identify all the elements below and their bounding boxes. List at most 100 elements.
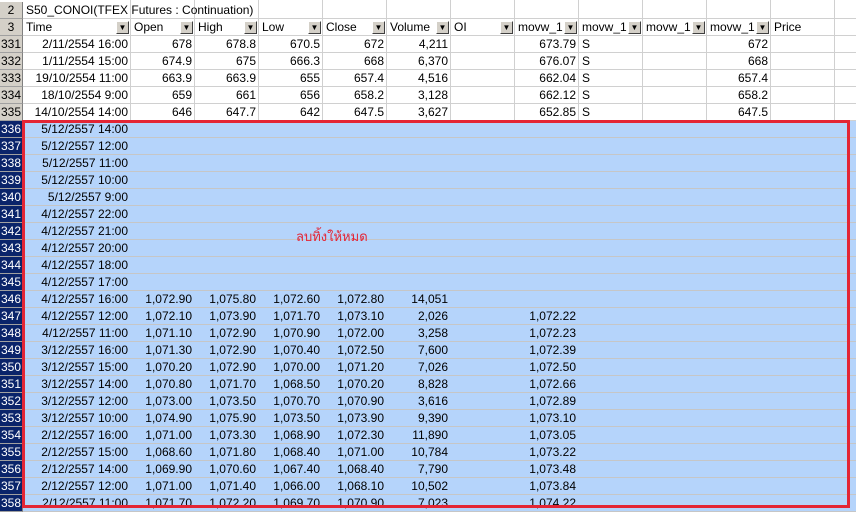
cell-open[interactable]: [131, 274, 195, 291]
row-header[interactable]: 2: [0, 2, 23, 19]
cell-low[interactable]: [259, 155, 323, 172]
cell-volume[interactable]: 3,616: [387, 393, 451, 410]
cell-movw[interactable]: 676.07: [515, 53, 579, 70]
cell-movw[interactable]: 1,073.22: [515, 444, 579, 461]
cell-open[interactable]: [131, 155, 195, 172]
row-header[interactable]: 335: [0, 104, 23, 121]
cell-sig[interactable]: [579, 308, 643, 325]
cell-sig[interactable]: [579, 291, 643, 308]
cell-oi[interactable]: [451, 223, 515, 240]
cell-close[interactable]: 1,072.30: [323, 427, 387, 444]
cell-time[interactable]: 5/12/2557 10:00: [23, 172, 131, 189]
table-row[interactable]: 4/12/2557 22:00: [23, 206, 856, 223]
table-row[interactable]: 2/12/2557 16:00 1,071.00 1,073.30 1,068.90 1…: [23, 427, 856, 444]
cell-time[interactable]: 4/12/2557 18:00: [23, 257, 131, 274]
cell-high[interactable]: 1,075.90: [195, 410, 259, 427]
cell-price[interactable]: 657.4: [707, 70, 771, 87]
cell-low[interactable]: [259, 206, 323, 223]
cell-time[interactable]: 18/10/2554 9:00: [23, 87, 131, 104]
table-row[interactable]: 5/12/2557 14:00: [23, 121, 856, 138]
cell-sig[interactable]: [579, 342, 643, 359]
cell-movw[interactable]: 1,072.89: [515, 393, 579, 410]
cell-close[interactable]: 1,070.90: [323, 393, 387, 410]
cell-high[interactable]: 1,072.90: [195, 325, 259, 342]
cell-oi[interactable]: [451, 461, 515, 478]
autofilter-dropdown-icon[interactable]: ▼: [308, 21, 321, 34]
row-header[interactable]: 345: [0, 274, 23, 291]
cell-sig[interactable]: [579, 410, 643, 427]
cell-low[interactable]: [259, 189, 323, 206]
cell-price[interactable]: [707, 138, 771, 155]
cell-low[interactable]: 1,072.60: [259, 291, 323, 308]
cell-sig[interactable]: [579, 240, 643, 257]
cell-sig[interactable]: S: [579, 104, 643, 121]
cell-low[interactable]: 655: [259, 70, 323, 87]
cell-time[interactable]: 2/12/2557 15:00: [23, 444, 131, 461]
cell-volume[interactable]: 11,890: [387, 427, 451, 444]
cell-sig[interactable]: [579, 274, 643, 291]
cell-price[interactable]: [707, 478, 771, 495]
cell-price[interactable]: [707, 274, 771, 291]
cell-oi[interactable]: [451, 53, 515, 70]
cell-low[interactable]: 1,069.70: [259, 495, 323, 512]
cell-open[interactable]: 1,072.90: [131, 291, 195, 308]
row-header[interactable]: 349: [0, 342, 23, 359]
cell-low[interactable]: 666.3: [259, 53, 323, 70]
cell-high[interactable]: [195, 138, 259, 155]
cell-close[interactable]: 1,072.50: [323, 342, 387, 359]
cell-volume[interactable]: 4,516: [387, 70, 451, 87]
cell-open[interactable]: 678: [131, 36, 195, 53]
table-row[interactable]: 5/12/2557 9:00: [23, 189, 856, 206]
cell-movw[interactable]: [515, 240, 579, 257]
cell-close[interactable]: 1,070.20: [323, 376, 387, 393]
cell-high[interactable]: 1,071.40: [195, 478, 259, 495]
table-row[interactable]: 2/12/2557 11:00 1,071.70 1,072.20 1,069.70 1…: [23, 495, 856, 512]
cell-high[interactable]: 675: [195, 53, 259, 70]
cell-sig[interactable]: [579, 376, 643, 393]
cell-sig[interactable]: [579, 359, 643, 376]
cell-movw[interactable]: 1,074.22: [515, 495, 579, 512]
cell-volume[interactable]: 4,211: [387, 36, 451, 53]
table-row[interactable]: 5/12/2557 10:00: [23, 172, 856, 189]
table-row[interactable]: 2/11/2554 16:00 678 678.8 670.5 672 4,211 673.…: [23, 36, 856, 53]
cell-high[interactable]: 663.9: [195, 70, 259, 87]
cell-oi[interactable]: [451, 257, 515, 274]
cell-time[interactable]: 1/11/2554 15:00: [23, 53, 131, 70]
cell-volume[interactable]: [387, 240, 451, 257]
cell-movw[interactable]: [515, 223, 579, 240]
cell-close[interactable]: 1,072.00: [323, 325, 387, 342]
row-header[interactable]: 340: [0, 189, 23, 206]
cell-oi[interactable]: [451, 359, 515, 376]
cell-oi[interactable]: [451, 444, 515, 461]
cell-open[interactable]: [131, 138, 195, 155]
cell-low[interactable]: 642: [259, 104, 323, 121]
cell-sig[interactable]: S: [579, 36, 643, 53]
cell-price[interactable]: [707, 495, 771, 512]
cell-time[interactable]: 4/12/2557 16:00: [23, 291, 131, 308]
cell-low[interactable]: 1,067.40: [259, 461, 323, 478]
cell-low[interactable]: 1,066.00: [259, 478, 323, 495]
cell-low[interactable]: [259, 121, 323, 138]
cell-close[interactable]: 672: [323, 36, 387, 53]
cell-time[interactable]: 3/12/2557 15:00: [23, 359, 131, 376]
cell-volume[interactable]: 7,026: [387, 359, 451, 376]
cell-close[interactable]: 1,071.00: [323, 444, 387, 461]
cell-time[interactable]: 2/12/2557 16:00: [23, 427, 131, 444]
cell-close[interactable]: [323, 206, 387, 223]
cell-oi[interactable]: [451, 36, 515, 53]
table-row[interactable]: 19/10/2554 11:00 663.9 663.9 655 657.4 4,516 6…: [23, 70, 856, 87]
title-row[interactable]: S50_CONOI(TFEX Futures : Continuation): [23, 2, 856, 19]
cell-price[interactable]: [707, 155, 771, 172]
cell-volume[interactable]: [387, 138, 451, 155]
cell-low[interactable]: 1,073.50: [259, 410, 323, 427]
row-header[interactable]: 357: [0, 478, 23, 495]
row-header[interactable]: 332: [0, 53, 23, 70]
cell-movw[interactable]: [515, 257, 579, 274]
row-header[interactable]: 333: [0, 70, 23, 87]
cell-sig[interactable]: [579, 393, 643, 410]
autofilter-dropdown-icon[interactable]: ▼: [500, 21, 513, 34]
cell-high[interactable]: [195, 206, 259, 223]
cell-movw[interactable]: [515, 172, 579, 189]
cell-open[interactable]: 1,070.20: [131, 359, 195, 376]
cell-time[interactable]: 3/12/2557 10:00: [23, 410, 131, 427]
